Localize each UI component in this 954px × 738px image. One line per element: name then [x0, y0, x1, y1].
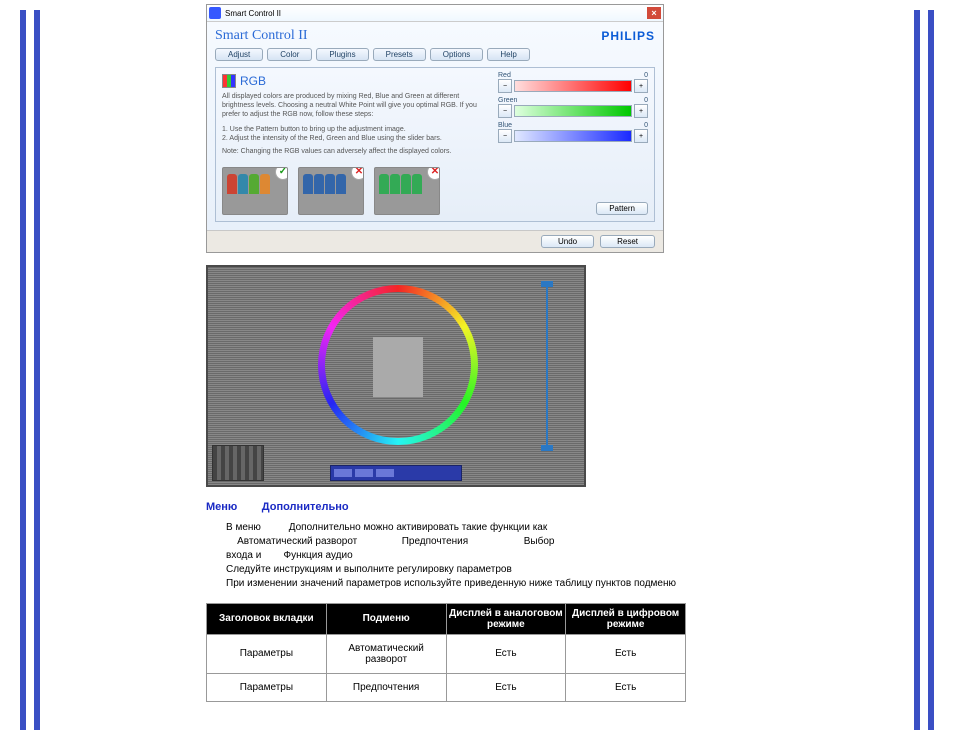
step-text: 2. Adjust the intensity of the Red, Gree… [222, 134, 482, 143]
menu-label: Меню [206, 501, 237, 513]
th: Дисплей в цифровом режиме [566, 603, 686, 634]
panel-title: RGB [240, 74, 266, 88]
text: Функция аудио [284, 550, 353, 561]
td: Есть [566, 673, 686, 701]
text: Дополнительно можно активировать такие ф… [289, 522, 548, 533]
title-bar: Smart Control II × [207, 5, 663, 22]
text: входа и [226, 550, 261, 561]
slider-value: 0 [644, 122, 648, 129]
tab-help[interactable]: Help [487, 48, 529, 61]
slider-value: 0 [644, 72, 648, 79]
slider-dec[interactable]: − [498, 129, 512, 143]
td: Предпочтения [326, 673, 446, 701]
decor-bar [20, 10, 26, 730]
slider-value: 0 [644, 97, 648, 104]
text: При изменении значений параметров исполь… [226, 578, 676, 589]
slider-label: Green [498, 97, 517, 104]
rgb-sliders: Red 0 − + Green 0 − + Blue 0 − + [498, 72, 648, 147]
app-title: Smart Control II [215, 28, 308, 44]
rgb-panel: RGB All displayed colors are produced by… [215, 67, 655, 222]
td: Автоматический разворот [326, 634, 446, 673]
preview-thumb-bad: ✕ [374, 167, 440, 215]
slider-inc[interactable]: + [634, 104, 648, 118]
tab-plugins[interactable]: Plugins [316, 48, 368, 61]
slider-dec[interactable]: − [498, 79, 512, 93]
note-text: Note: Changing the RGB values can advers… [222, 147, 482, 156]
slider-blue: Blue 0 − + [498, 122, 648, 143]
slider-inc[interactable]: + [634, 129, 648, 143]
check-icon: ✓ [275, 167, 288, 180]
slider-label: Red [498, 72, 511, 79]
slider-track[interactable] [514, 105, 632, 117]
th: Заголовок вкладки [207, 603, 327, 634]
body-text: В меню Дополнительно можно активировать … [206, 521, 706, 591]
slider-dec[interactable]: − [498, 104, 512, 118]
pattern-button[interactable]: Pattern [596, 202, 648, 215]
undo-button[interactable]: Undo [541, 235, 594, 248]
menu-sub: Дополнительно [262, 501, 349, 513]
table-row: Параметры Автоматический разворот Есть Е… [207, 634, 686, 673]
step-text: 1. Use the Pattern button to bring up th… [222, 125, 482, 134]
text: Предпочтения [402, 536, 468, 547]
app-icon [209, 7, 221, 19]
close-icon[interactable]: × [647, 7, 661, 19]
th: Дисплей в аналоговом режиме [446, 603, 566, 634]
slider-red: Red 0 − + [498, 72, 648, 93]
rgb-icon [222, 74, 236, 88]
tab-presets[interactable]: Presets [373, 48, 426, 61]
preview-thumb-bad: ✕ [298, 167, 364, 215]
td: Параметры [207, 673, 327, 701]
tab-options[interactable]: Options [430, 48, 484, 61]
text: Автоматический разворот [237, 536, 357, 547]
decor-bar [34, 10, 40, 730]
table-row: Параметры Предпочтения Есть Есть [207, 673, 686, 701]
mini-taskbar [330, 465, 462, 481]
window-title: Smart Control II [225, 9, 281, 18]
test-pattern-image [206, 265, 586, 487]
td: Параметры [207, 634, 327, 673]
td: Есть [446, 673, 566, 701]
x-icon: ✕ [351, 167, 364, 180]
brand-logo: PHILIPS [601, 29, 655, 43]
th: Подменю [326, 603, 446, 634]
decor-bar [928, 10, 934, 730]
td: Есть [566, 634, 686, 673]
td: Есть [446, 634, 566, 673]
slider-track[interactable] [514, 130, 632, 142]
text: Выбор [524, 536, 555, 547]
gray-square [373, 337, 423, 397]
slider-label: Blue [498, 122, 512, 129]
tab-adjust[interactable]: Adjust [215, 48, 263, 61]
text: Следуйте инструкциям и выполните регулир… [226, 564, 512, 575]
vertical-slider [546, 281, 548, 451]
preview-thumb-good: ✓ [222, 167, 288, 215]
decor-bar [914, 10, 920, 730]
slider-track[interactable] [514, 80, 632, 92]
panel-desc: All displayed colors are produced by mix… [222, 92, 482, 119]
text: В меню [226, 522, 261, 533]
smart-control-dialog: Smart Control II × Smart Control II PHIL… [206, 4, 664, 253]
reset-button[interactable]: Reset [600, 235, 655, 248]
tab-bar: Adjust Color Plugins Presets Options Hel… [215, 48, 655, 61]
tab-color[interactable]: Color [267, 48, 312, 61]
slider-inc[interactable]: + [634, 79, 648, 93]
slider-green: Green 0 − + [498, 97, 648, 118]
x-icon: ✕ [427, 167, 440, 180]
submenu-table: Заголовок вкладки Подменю Дисплей в анал… [206, 603, 686, 702]
